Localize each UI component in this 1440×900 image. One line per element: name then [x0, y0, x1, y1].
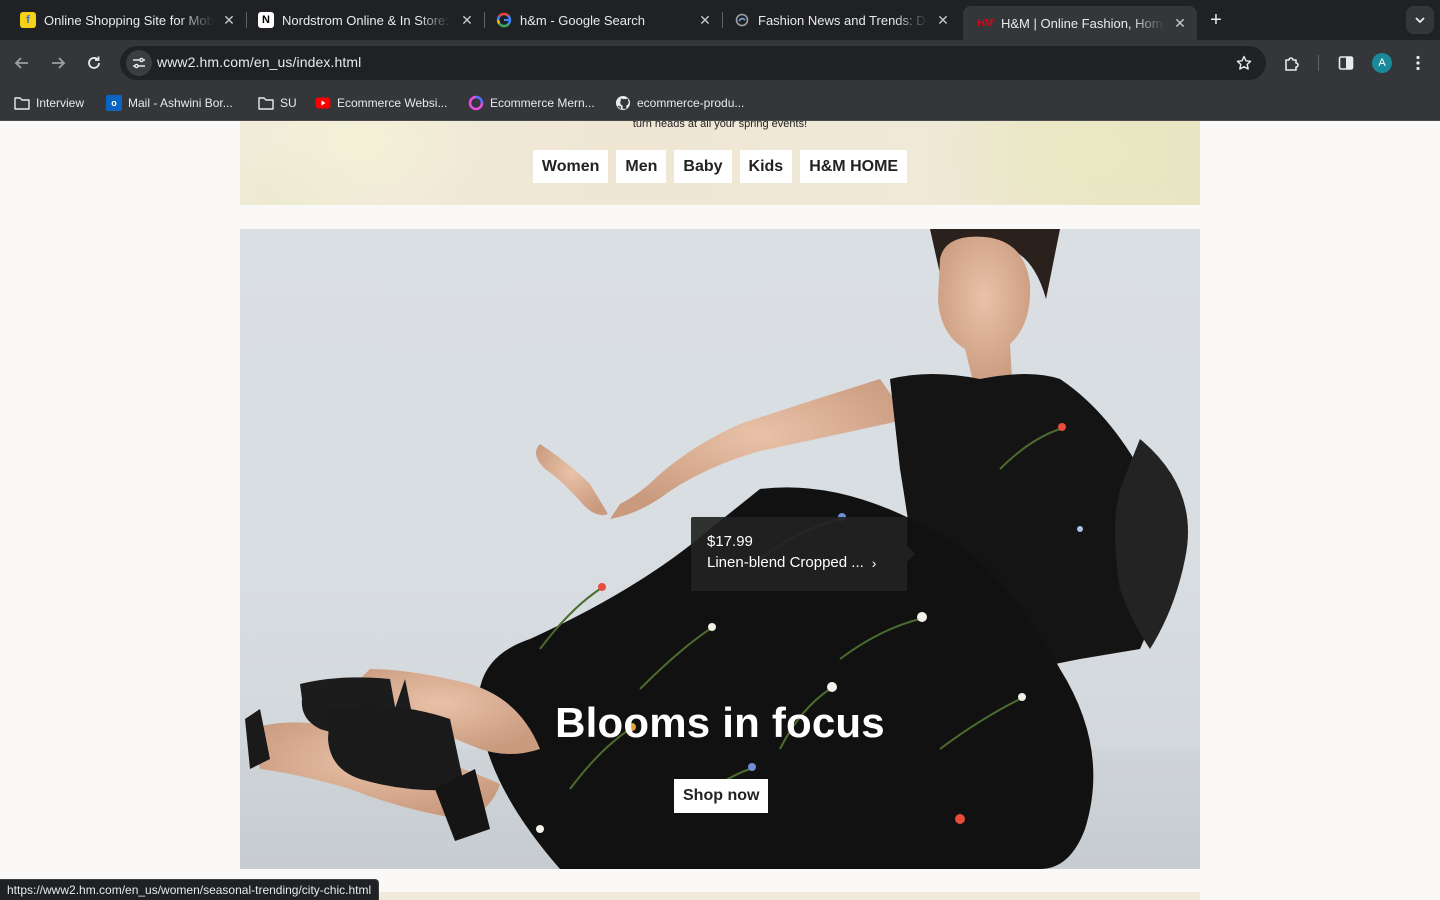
bookmark-label: Mail - Ashwini Bor...	[128, 96, 233, 110]
arrow-left-icon	[14, 57, 28, 69]
folder-icon	[14, 95, 30, 111]
browser-toolbar: www2.hm.com/en_us/index.html A	[0, 40, 1440, 86]
puzzle-icon	[1285, 57, 1299, 71]
tab-search-button[interactable]	[1406, 6, 1434, 34]
chevron-down-icon	[1415, 17, 1425, 24]
bookmark-ecommerce-mern[interactable]: Ecommerce Mern...	[468, 93, 595, 113]
bookmark-interview[interactable]: Interview	[14, 93, 84, 113]
nordstrom-icon: N	[258, 12, 274, 28]
bookmark-ecommerce-website[interactable]: Ecommerce Websi...	[315, 93, 447, 113]
product-price: $17.99	[707, 533, 753, 550]
youtube-icon	[315, 95, 331, 111]
address-bar[interactable]: www2.hm.com/en_us/index.html	[120, 46, 1266, 80]
toolbar-divider	[1318, 55, 1319, 71]
profile-avatar[interactable]: A	[1372, 53, 1392, 73]
flipkart-icon: f	[20, 12, 36, 28]
tab-title: Online Shopping Site for Mobiles	[44, 12, 214, 28]
tab-strip: f Online Shopping Site for Mobiles ✕ N N…	[0, 0, 1440, 40]
chevron-right-icon: ›	[871, 554, 877, 571]
bookmark-label: SU	[280, 96, 297, 110]
category-links: Women Men Baby Kids H&M HOME	[240, 150, 1200, 183]
arrow-right-icon	[52, 57, 66, 69]
tab-fashion-news[interactable]: Fashion News and Trends: Design ✕	[714, 0, 960, 40]
spring-banner: turn heads at all your spring events! Wo…	[240, 121, 1200, 205]
github-icon	[615, 95, 631, 111]
forward-button[interactable]	[44, 49, 72, 77]
category-kids-link[interactable]: Kids	[739, 150, 793, 183]
close-icon[interactable]: ✕	[220, 11, 238, 29]
tab-title: h&m - Google Search	[520, 12, 646, 28]
category-women-link[interactable]: Women	[532, 150, 609, 183]
bookmark-label: Ecommerce Websi...	[337, 96, 448, 110]
extensions-button[interactable]	[1278, 49, 1306, 77]
link-status-bar: https://www2.hm.com/en_us/women/seasonal…	[0, 879, 380, 900]
close-icon[interactable]: ✕	[1171, 14, 1189, 32]
loader-icon	[468, 95, 484, 111]
bookmark-su[interactable]: SU	[258, 93, 297, 113]
bookmark-label: Ecommerce Mern...	[490, 96, 595, 110]
url-text: www2.hm.com/en_us/index.html	[157, 54, 362, 70]
bookmark-github[interactable]: ecommerce-produ...	[615, 93, 744, 113]
reload-icon	[88, 56, 100, 69]
google-icon	[496, 12, 512, 28]
tab-google-search[interactable]: h&m - Google Search ✕	[476, 0, 722, 40]
category-men-link[interactable]: Men	[616, 150, 667, 183]
tab-title: Nordstrom Online & In Store: Shoes	[282, 12, 452, 28]
kebab-menu-icon	[1416, 55, 1420, 71]
tab-flipkart[interactable]: f Online Shopping Site for Mobiles ✕	[0, 0, 246, 40]
menu-button[interactable]	[1404, 49, 1432, 77]
bookmarks-bar: Interview o Mail - Ashwini Bor... SU Eco…	[0, 86, 1440, 121]
category-baby-link[interactable]: Baby	[674, 150, 732, 183]
page-viewport: turn heads at all your spring events! Wo…	[0, 121, 1440, 900]
tab-title: H&M | Online Fashion, Homeware	[1001, 15, 1165, 31]
reload-button[interactable]	[80, 49, 108, 77]
hero-banner[interactable]: $17.99 Linen-blend Cropped ... › Blooms …	[240, 229, 1200, 869]
banner-subtitle: turn heads at all your spring events!	[632, 121, 808, 130]
site-settings-icon[interactable]	[126, 50, 152, 76]
bookmark-mail[interactable]: o Mail - Ashwini Bor...	[106, 93, 233, 113]
side-panel-icon	[1338, 56, 1354, 70]
side-panel-button[interactable]	[1332, 49, 1360, 77]
hero-title: Blooms in focus	[555, 699, 885, 746]
hm-icon: HM	[977, 17, 993, 29]
fashion-site-icon	[734, 12, 750, 28]
tab-nordstrom[interactable]: N Nordstrom Online & In Store: Shoes ✕	[238, 0, 484, 40]
bookmark-star-icon[interactable]	[1234, 53, 1254, 73]
bookmark-label: ecommerce-produ...	[637, 96, 745, 110]
product-name: Linen-blend Cropped ...	[707, 554, 864, 571]
close-icon[interactable]: ✕	[696, 11, 714, 29]
back-button[interactable]	[8, 49, 36, 77]
next-section-banner	[240, 892, 1200, 900]
category-hm-home-link[interactable]: H&M HOME	[800, 150, 908, 183]
folder-icon	[258, 95, 274, 111]
tab-hm-active[interactable]: HM H&M | Online Fashion, Homeware ✕	[963, 6, 1197, 40]
shop-now-button[interactable]: Shop now	[674, 779, 769, 813]
outlook-icon: o	[106, 95, 122, 111]
product-price-tag[interactable]: $17.99 Linen-blend Cropped ... ›	[691, 517, 915, 591]
close-icon[interactable]: ✕	[934, 11, 952, 29]
tab-title: Fashion News and Trends: Design	[758, 12, 928, 28]
close-icon[interactable]: ✕	[458, 11, 476, 29]
new-tab-button[interactable]: +	[1204, 8, 1228, 32]
bookmark-label: Interview	[36, 96, 85, 110]
